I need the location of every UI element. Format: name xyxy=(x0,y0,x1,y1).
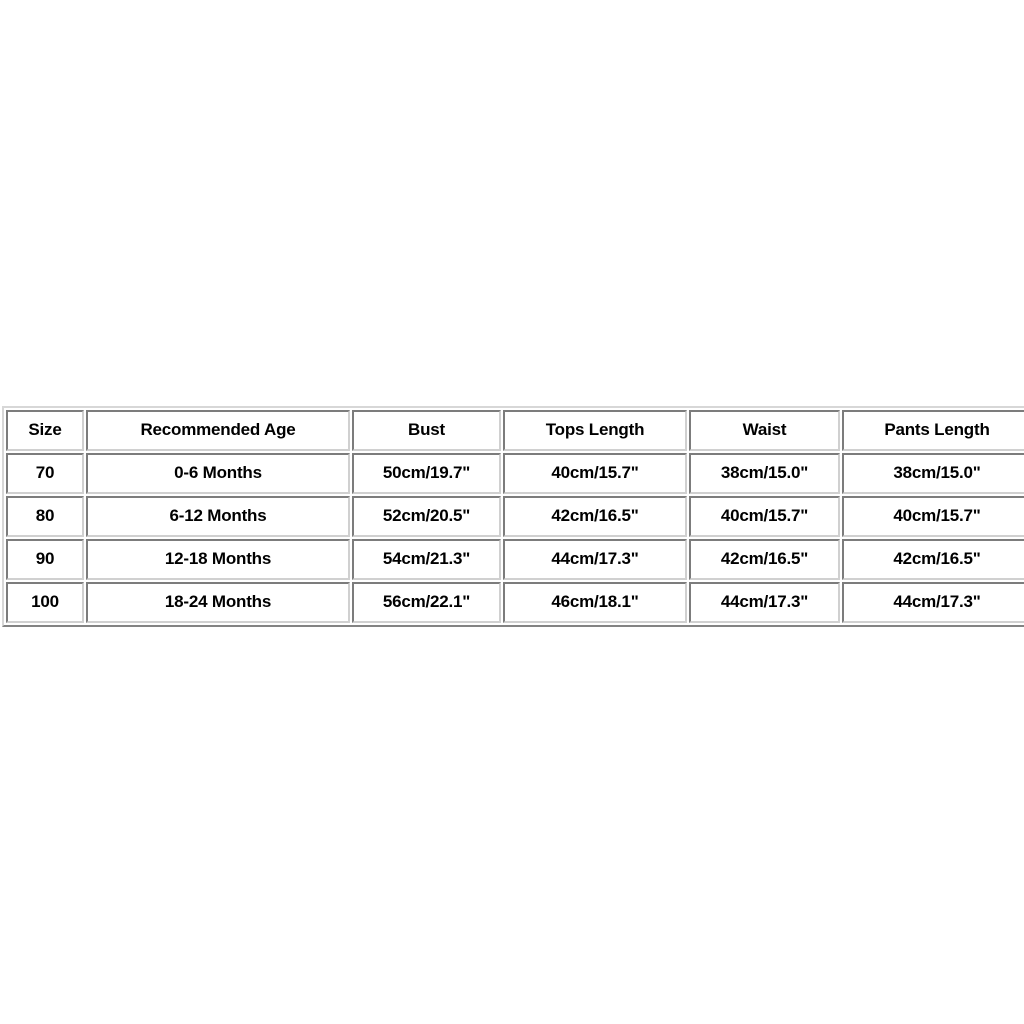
cell-bust: 56cm/22.1" xyxy=(352,582,501,623)
size-chart-image: Size Recommended Age Bust Tops Length Wa… xyxy=(0,0,1024,1024)
column-header-pants-length: Pants Length xyxy=(842,410,1024,451)
column-header-bust: Bust xyxy=(352,410,501,451)
column-header-waist: Waist xyxy=(689,410,840,451)
table-header-row: Size Recommended Age Bust Tops Length Wa… xyxy=(6,410,1024,451)
cell-tops-length: 42cm/16.5" xyxy=(503,496,687,537)
table-row: 80 6-12 Months 52cm/20.5" 42cm/16.5" 40c… xyxy=(6,496,1024,537)
cell-bust: 52cm/20.5" xyxy=(352,496,501,537)
cell-recommended-age: 18-24 Months xyxy=(86,582,350,623)
column-header-size: Size xyxy=(6,410,84,451)
size-chart-table: Size Recommended Age Bust Tops Length Wa… xyxy=(2,406,1024,627)
cell-waist: 44cm/17.3" xyxy=(689,582,840,623)
table-row: 70 0-6 Months 50cm/19.7" 40cm/15.7" 38cm… xyxy=(6,453,1024,494)
cell-size: 70 xyxy=(6,453,84,494)
cell-pants-length: 40cm/15.7" xyxy=(842,496,1024,537)
cell-waist: 40cm/15.7" xyxy=(689,496,840,537)
cell-waist: 42cm/16.5" xyxy=(689,539,840,580)
cell-bust: 54cm/21.3" xyxy=(352,539,501,580)
cell-bust: 50cm/19.7" xyxy=(352,453,501,494)
table-row: 100 18-24 Months 56cm/22.1" 46cm/18.1" 4… xyxy=(6,582,1024,623)
cell-tops-length: 40cm/15.7" xyxy=(503,453,687,494)
column-header-tops-length: Tops Length xyxy=(503,410,687,451)
cell-size: 80 xyxy=(6,496,84,537)
cell-waist: 38cm/15.0" xyxy=(689,453,840,494)
cell-size: 90 xyxy=(6,539,84,580)
cell-tops-length: 46cm/18.1" xyxy=(503,582,687,623)
column-header-recommended-age: Recommended Age xyxy=(86,410,350,451)
cell-tops-length: 44cm/17.3" xyxy=(503,539,687,580)
cell-pants-length: 42cm/16.5" xyxy=(842,539,1024,580)
cell-recommended-age: 12-18 Months xyxy=(86,539,350,580)
cell-pants-length: 44cm/17.3" xyxy=(842,582,1024,623)
table-row: 90 12-18 Months 54cm/21.3" 44cm/17.3" 42… xyxy=(6,539,1024,580)
cell-recommended-age: 0-6 Months xyxy=(86,453,350,494)
cell-size: 100 xyxy=(6,582,84,623)
cell-recommended-age: 6-12 Months xyxy=(86,496,350,537)
cell-pants-length: 38cm/15.0" xyxy=(842,453,1024,494)
